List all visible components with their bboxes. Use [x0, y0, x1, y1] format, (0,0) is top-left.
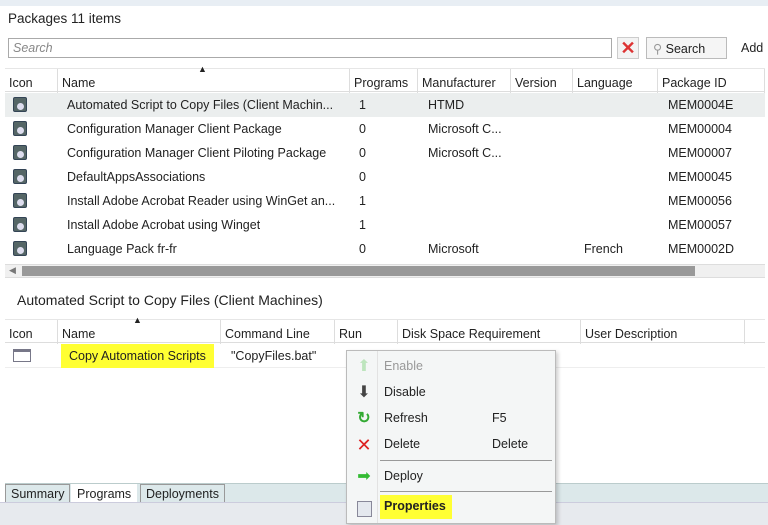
menu-label: Enable [384, 359, 423, 373]
package-name: Install Adobe Acrobat Reader using WinGe… [67, 194, 336, 208]
sort-ascending-icon: ▲ [198, 64, 207, 74]
package-programs: 0 [359, 170, 366, 184]
package-icon [13, 169, 27, 184]
package-icon [13, 193, 27, 208]
package-name: Configuration Manager Client Package [67, 122, 282, 136]
tab-programs[interactable]: Programs [71, 484, 138, 503]
tab-summary[interactable]: Summary [5, 484, 71, 503]
clear-search-button[interactable]: ✕ [617, 37, 639, 59]
package-id: MEM00004 [668, 122, 732, 136]
menu-label: Delete [384, 437, 421, 451]
refresh-icon: ↻ [357, 410, 371, 427]
search-button[interactable]: ⚲ Search [646, 37, 727, 59]
package-id: MEM00007 [668, 146, 732, 160]
package-programs: 0 [359, 122, 366, 136]
menu-item-disable[interactable]: ⬇ Disable [347, 381, 555, 405]
package-icon [13, 97, 27, 112]
package-icon [13, 121, 27, 136]
package-name: Language Pack fr-fr [67, 242, 177, 256]
col-icon[interactable]: Icon [5, 69, 58, 93]
package-row[interactable]: Automated Script to Copy Files (Client M… [5, 93, 765, 117]
package-programs: 1 [359, 218, 366, 232]
package-icon [13, 241, 27, 256]
package-id: MEM00057 [668, 218, 732, 232]
menu-label: Disable [384, 385, 426, 399]
tab-deployments[interactable]: Deployments [140, 484, 225, 503]
page-title: Packages 11 items [8, 11, 122, 26]
package-name: Install Adobe Acrobat using Winget [67, 218, 261, 232]
menu-item-enable[interactable]: ⬆ Enable [347, 355, 555, 379]
menu-shortcut: F5 [492, 411, 507, 425]
delete-x-icon: ✕ [356, 435, 372, 455]
details-title: Automated Script to Copy Files (Client M… [17, 292, 323, 308]
menu-item-properties[interactable]: Properties [347, 495, 555, 521]
package-row[interactable]: Configuration Manager Client Package 0 Mic… [5, 117, 765, 141]
sort-ascending-icon: ▲ [133, 315, 142, 325]
package-id: MEM00056 [668, 194, 732, 208]
menu-label: Refresh [384, 411, 428, 425]
col-programs[interactable]: Programs [350, 69, 418, 93]
down-arrow-icon: ⬇ [357, 384, 371, 401]
menu-item-deploy[interactable]: ➡ Deploy [347, 465, 555, 489]
scrollbar-thumb[interactable] [22, 266, 695, 276]
package-programs: 1 [359, 98, 366, 112]
package-row[interactable]: Install Adobe Acrobat using Winget 1 MEM00… [5, 213, 765, 237]
col-user-description[interactable]: User Description [581, 320, 745, 344]
top-strip [0, 0, 768, 6]
package-name: DefaultAppsAssociations [67, 170, 206, 184]
package-id: MEM00045 [668, 170, 732, 184]
package-id: MEM0002D [668, 242, 734, 256]
package-row[interactable]: DefaultAppsAssociations 0 MEM00045 [5, 165, 765, 189]
package-name: Automated Script to Copy Files (Client M… [67, 98, 334, 112]
package-manufacturer: Microsoft C... [428, 146, 502, 160]
right-arrow-icon: ➡ [357, 468, 371, 485]
search-button-label: Search [665, 42, 706, 56]
package-icon [13, 217, 27, 232]
package-programs: 0 [359, 242, 366, 256]
menu-item-refresh[interactable]: ↻ Refresh F5 [347, 407, 555, 431]
col-version[interactable]: Version [511, 69, 573, 93]
menu-separator [380, 491, 552, 492]
menu-item-delete[interactable]: ✕ Delete Delete [347, 433, 555, 457]
properties-icon [355, 500, 373, 518]
package-manufacturer: HTMD [428, 98, 465, 112]
program-name: Copy Automation Scripts [61, 344, 214, 368]
package-row[interactable]: Configuration Manager Client Piloting Pa… [5, 141, 765, 165]
package-language: French [584, 242, 623, 256]
col-command-line[interactable]: Command Line [221, 320, 335, 344]
program-icon [13, 349, 31, 362]
program-command-line: "CopyFiles.bat" [231, 349, 317, 363]
close-icon: ✕ [620, 38, 636, 58]
up-arrow-icon: ⬆ [357, 358, 371, 375]
search-input[interactable]: Search [8, 38, 612, 58]
package-programs: 1 [359, 194, 366, 208]
package-row[interactable]: Install Adobe Acrobat Reader using WinGe… [5, 189, 765, 213]
menu-shortcut: Delete [492, 437, 529, 451]
package-programs: 0 [359, 146, 366, 160]
col-run[interactable]: Run [335, 320, 398, 344]
programs-header: Icon Name Command Line Run Disk Space Re… [5, 315, 765, 344]
menu-label: Deploy [384, 469, 423, 483]
col-manufacturer[interactable]: Manufacturer [418, 69, 511, 93]
package-name: Configuration Manager Client Piloting Pa… [67, 146, 327, 160]
packages-header: Icon Name Programs Manufacturer Version … [5, 64, 765, 93]
menu-label: Properties [380, 495, 452, 519]
package-row[interactable]: Language Pack fr-fr 0 Microsoft French MEM00… [5, 237, 765, 261]
col-language[interactable]: Language [573, 69, 658, 93]
package-manufacturer: Microsoft C... [428, 122, 502, 136]
col-icon[interactable]: Icon [5, 320, 58, 344]
search-icon: ⚲ [653, 42, 663, 56]
package-icon [13, 145, 27, 160]
package-manufacturer: Microsoft [428, 242, 479, 256]
col-package-id[interactable]: Package ID [658, 69, 765, 93]
col-disk-space[interactable]: Disk Space Requirement [398, 320, 581, 344]
scroll-left-icon[interactable]: ◀ [9, 265, 16, 276]
add-criteria-button[interactable]: Add [741, 41, 763, 55]
menu-separator [380, 460, 552, 461]
package-id: MEM0004E [668, 98, 734, 112]
context-menu: ⬆ Enable ⬇ Disable ↻ Refresh F5 ✕ Delete Delet… [346, 350, 556, 524]
